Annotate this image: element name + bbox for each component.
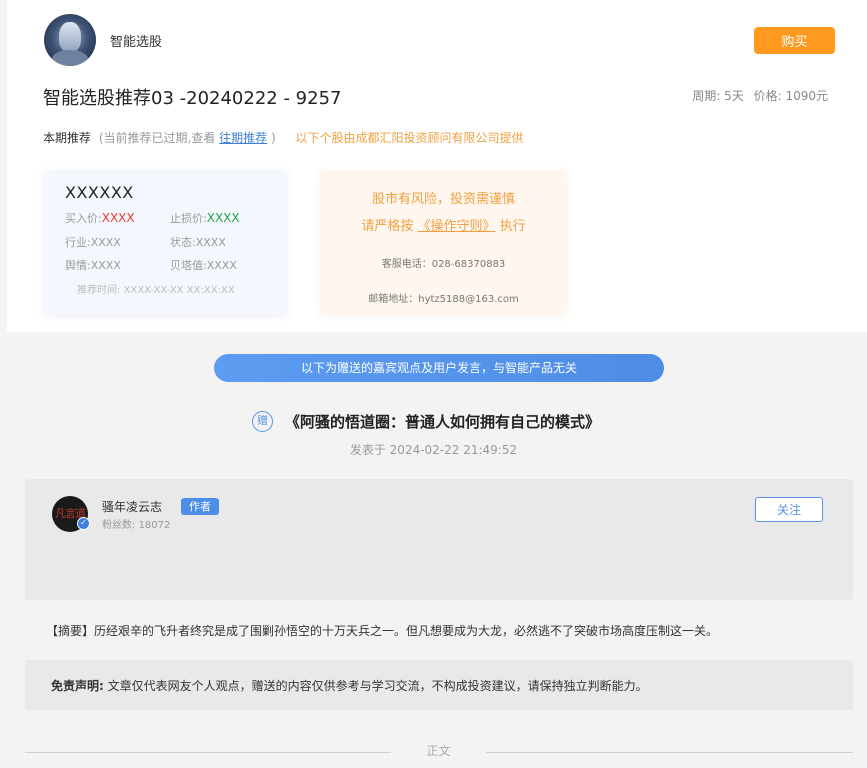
- beta-value: 贝塔值:XXXX: [170, 259, 237, 272]
- provider-note: 以下个股由成都汇阳投资顾问有限公司提供: [295, 131, 524, 145]
- buy-price: 买入价:XXXX: [65, 211, 135, 225]
- recommend-line: 本期推荐 (当前推荐已过期,查看 往期推荐 ) 以下个股由成都汇阳投资顾问有限公…: [43, 131, 524, 145]
- body-divider-label: 正文: [426, 744, 451, 758]
- author-name[interactable]: 骚年凌云志: [102, 498, 162, 515]
- page-title: 智能选股推荐03 -20240222 - 9257: [43, 88, 342, 109]
- author-panel: 凡言道 ✓ 骚年凌云志 作者 粉丝数: 18072 关注: [25, 479, 853, 600]
- article-summary: 【摘要】历经艰辛的飞升者终究是成了围剿孙悟空的十万天兵之一。但凡想要成为大龙，必…: [46, 624, 719, 638]
- disclaimer: 免责声明: 文章仅代表网友个人观点，赠送的内容仅供参考与学习交流，不构成投资建议…: [51, 679, 648, 693]
- fans-count: 粉丝数: 18072: [102, 520, 171, 531]
- publish-time: 发表于 2024-02-22 21:49:52: [349, 443, 518, 457]
- service-phone: 客服电话：028-68370883: [381, 259, 506, 270]
- product-avatar: [44, 14, 96, 66]
- rules-line: 请严格按 《操作守则》 执行: [361, 219, 526, 234]
- brand-name: 智能选股: [110, 35, 163, 50]
- stock-card: XXXXXX 买入价:XXXX 止损价:XXXX 行业:XXXX 状态:XXXX…: [44, 170, 287, 314]
- robot-face-icon: [59, 22, 81, 52]
- period-value: 5天: [724, 89, 744, 103]
- verified-check-icon: ✓: [77, 517, 90, 530]
- risk-warning-card: 股市有风险，投资需谨慎 请严格按 《操作守则》 执行 客服电话：028-6837…: [320, 170, 567, 314]
- price-value: 1090元: [785, 89, 828, 103]
- period-price-info: 周期: 5天 价格: 1090元: [692, 89, 828, 103]
- status: 状态:XXXX: [170, 236, 226, 249]
- past-recommend-link[interactable]: 往期推荐: [219, 131, 267, 145]
- recommend-time: 推荐时间: XXXX-XX-XX XX:XX:XX: [77, 285, 235, 296]
- article-title: 《阿骚的悟道圈：普通人如何拥有自己的模式》: [285, 413, 601, 431]
- gift-badge-icon: 赠: [252, 411, 273, 432]
- industry: 行业:XXXX: [65, 236, 121, 249]
- operation-rules-link[interactable]: 《操作守则》: [417, 219, 495, 234]
- stock-name: XXXXXX: [65, 183, 134, 202]
- follow-button[interactable]: 关注: [755, 497, 823, 522]
- buy-button[interactable]: 购买: [754, 27, 835, 54]
- gift-notice-banner: 以下为赠送的嘉宾观点及用户发言，与智能产品无关: [214, 354, 664, 382]
- product-header-panel: 智能选股 购买 智能选股推荐03 -20240222 - 9257 周期: 5天…: [7, 0, 867, 332]
- sentiment: 舆情:XXXX: [65, 259, 121, 272]
- service-email: 邮箱地址：hytz5188@163.com: [368, 294, 519, 305]
- risk-warning-text: 股市有风险，投资需谨慎: [371, 192, 515, 207]
- author-badge: 作者: [181, 498, 219, 515]
- recommend-label: 本期推荐: [43, 131, 92, 145]
- stop-loss-price: 止损价:XXXX: [170, 211, 240, 225]
- disclaimer-box: 免责声明: 文章仅代表网友个人观点，赠送的内容仅供参考与学习交流，不构成投资建议…: [25, 660, 853, 710]
